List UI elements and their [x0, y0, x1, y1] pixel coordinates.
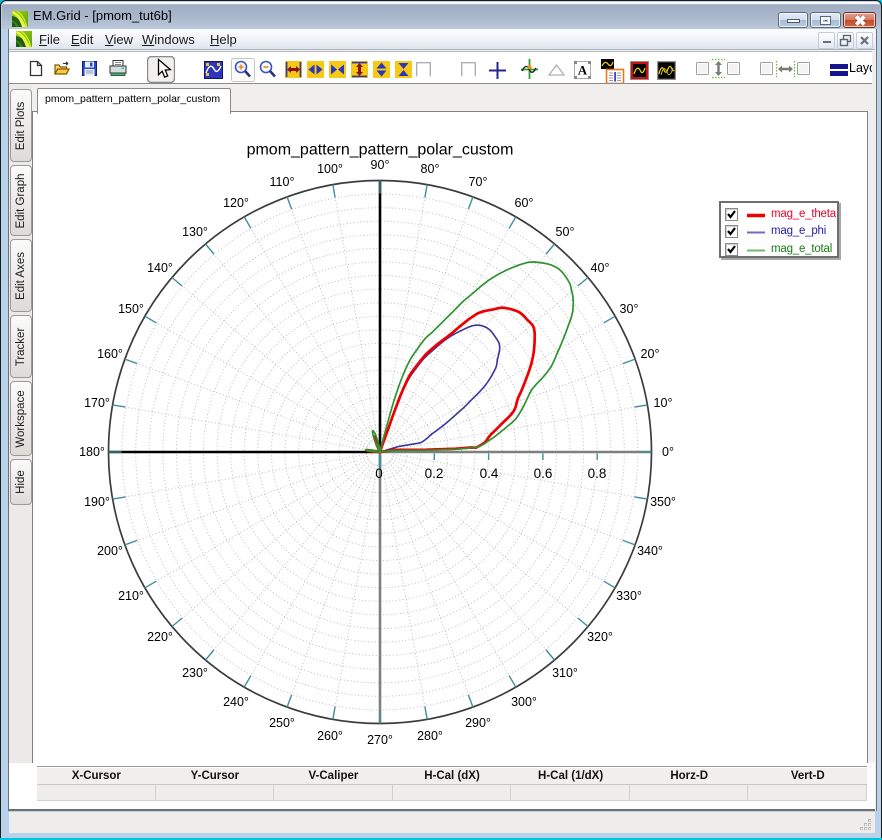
svg-text:260°: 260° [317, 729, 343, 743]
svg-text:120°: 120° [223, 196, 249, 210]
svg-text:290°: 290° [465, 716, 491, 730]
svg-text:10°: 10° [654, 396, 673, 410]
svg-text:60°: 60° [515, 196, 534, 210]
svg-text:80°: 80° [421, 162, 440, 176]
svg-text:190°: 190° [84, 495, 110, 509]
svg-text:200°: 200° [97, 544, 123, 558]
svg-text:100°: 100° [317, 162, 343, 176]
svg-text:310°: 310° [552, 666, 578, 680]
svg-text:280°: 280° [417, 729, 443, 743]
svg-text:270°: 270° [367, 733, 393, 747]
svg-text:40°: 40° [591, 261, 610, 275]
svg-text:240°: 240° [223, 695, 249, 709]
svg-text:170°: 170° [84, 396, 110, 410]
svg-text:160°: 160° [97, 347, 123, 361]
svg-text:110°: 110° [270, 175, 295, 189]
svg-text:0.6: 0.6 [534, 466, 553, 481]
svg-text:340°: 340° [637, 544, 663, 558]
svg-text:0: 0 [375, 466, 383, 481]
svg-text:180°: 180° [79, 445, 105, 459]
svg-text:0.2: 0.2 [425, 466, 444, 481]
svg-text:230°: 230° [182, 666, 208, 680]
svg-text:20°: 20° [641, 347, 660, 361]
svg-text:70°: 70° [469, 175, 488, 189]
svg-text:0.4: 0.4 [480, 466, 499, 481]
svg-text:320°: 320° [587, 630, 613, 644]
svg-text:30°: 30° [620, 302, 639, 316]
svg-text:250°: 250° [269, 716, 295, 730]
svg-text:150°: 150° [118, 302, 144, 316]
svg-text:130°: 130° [182, 225, 208, 239]
svg-text:0°: 0° [662, 445, 674, 459]
svg-text:50°: 50° [556, 225, 575, 239]
svg-text:0.8: 0.8 [588, 466, 607, 481]
svg-text:330°: 330° [616, 589, 642, 603]
svg-text:350°: 350° [650, 495, 676, 509]
svg-text:300°: 300° [511, 695, 537, 709]
svg-text:210°: 210° [118, 589, 144, 603]
svg-text:A: A [578, 63, 588, 78]
svg-text:220°: 220° [147, 630, 173, 644]
svg-text:90°: 90° [371, 158, 390, 172]
svg-text:140°: 140° [147, 261, 173, 275]
svg-text:pmom_pattern_pattern_polar_cus: pmom_pattern_pattern_polar_custom [247, 142, 514, 159]
